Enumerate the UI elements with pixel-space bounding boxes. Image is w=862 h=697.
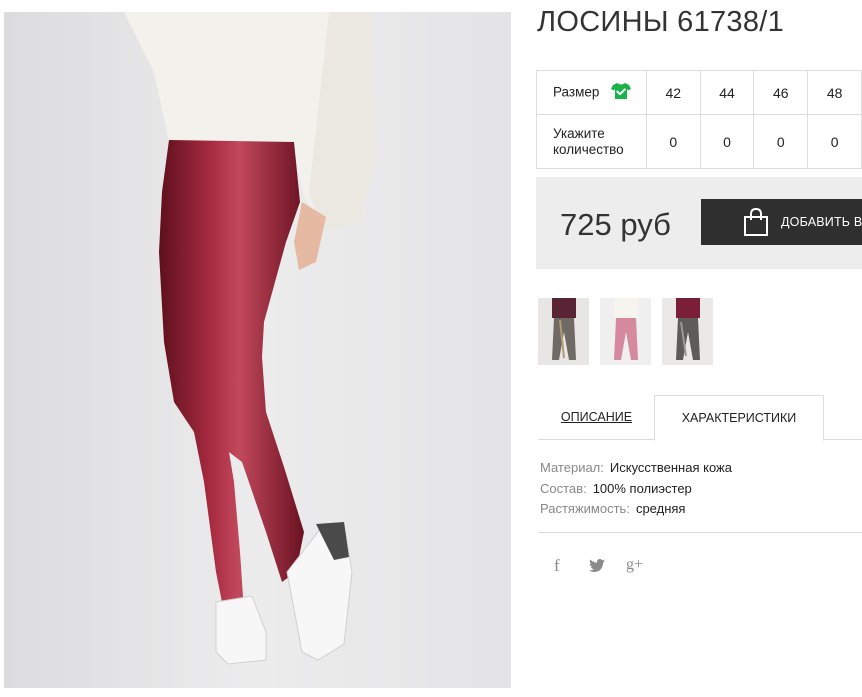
shopping-bag-icon: [743, 207, 769, 239]
characteristic-key: Состав:: [540, 480, 587, 496]
size-label-cell: Размер: [536, 70, 647, 115]
size-44: 44: [699, 70, 755, 115]
tab-description[interactable]: ОПИСАНИЕ: [538, 395, 655, 440]
size-42: 42: [645, 70, 701, 115]
product-main-image[interactable]: [4, 12, 511, 688]
quantity-label-line2: количество: [553, 141, 624, 157]
size-46: 46: [753, 70, 809, 115]
google-plus-icon[interactable]: g+: [626, 556, 643, 574]
size-label: Размер: [553, 84, 600, 100]
product-title: ЛОСИНЫ 61738/1: [537, 6, 785, 38]
tab-characteristics[interactable]: ХАРАКТЕРИСТИКИ: [654, 395, 824, 441]
quantity-label-cell: Укажите количество: [536, 114, 647, 169]
google-plus-glyph: g+: [626, 556, 644, 573]
quantity-input-44[interactable]: 0: [699, 114, 755, 169]
product-tabs: ОПИСАНИЕ ХАРАКТЕРИСТИКИ: [538, 395, 862, 441]
facebook-glyph: f: [554, 556, 560, 575]
quantity-input-48[interactable]: 0: [807, 114, 862, 169]
section-divider: [538, 532, 862, 533]
tshirt-check-icon: [611, 82, 632, 104]
thumbnail-1[interactable]: [538, 298, 589, 365]
characteristic-key: Материал:: [540, 460, 604, 475]
size-row: Размер 42 44 46 48: [536, 70, 862, 115]
thumbnail-2[interactable]: [600, 298, 651, 365]
characteristic-value: средняя: [635, 501, 686, 516]
characteristic-value: Искусственная кожа: [609, 460, 732, 475]
characteristic-value: 100% полиэстер: [592, 480, 692, 496]
add-to-cart-button[interactable]: ДОБАВИТЬ В: [701, 199, 862, 245]
thumbnail-3[interactable]: [662, 298, 713, 365]
size-table: Размер 42 44 46 48 Укажите количество 0 …: [536, 70, 862, 169]
characteristic-row: Растяжимость: средняя: [540, 499, 732, 520]
quantity-row: Укажите количество 0 0 0 0: [536, 114, 862, 169]
characteristics-list: Материал: Искусственная кожа Состав: 100% …: [540, 458, 732, 520]
characteristic-row: Состав: 100% полиэстер: [540, 479, 732, 500]
twitter-icon[interactable]: [589, 559, 605, 576]
quantity-input-46[interactable]: 0: [753, 114, 809, 169]
add-to-cart-label: ДОБАВИТЬ В: [781, 215, 862, 229]
size-48: 48: [807, 70, 862, 115]
characteristic-row: Материал: Искусственная кожа: [540, 458, 732, 479]
facebook-icon[interactable]: f: [554, 556, 560, 576]
characteristic-key: Растяжимость:: [540, 501, 630, 516]
product-price: 725 руб: [560, 207, 671, 242]
quantity-label-line1: Укажите: [553, 125, 605, 141]
quantity-input-42[interactable]: 0: [645, 114, 701, 169]
price-panel: 725 руб ДОБАВИТЬ В: [536, 177, 862, 269]
